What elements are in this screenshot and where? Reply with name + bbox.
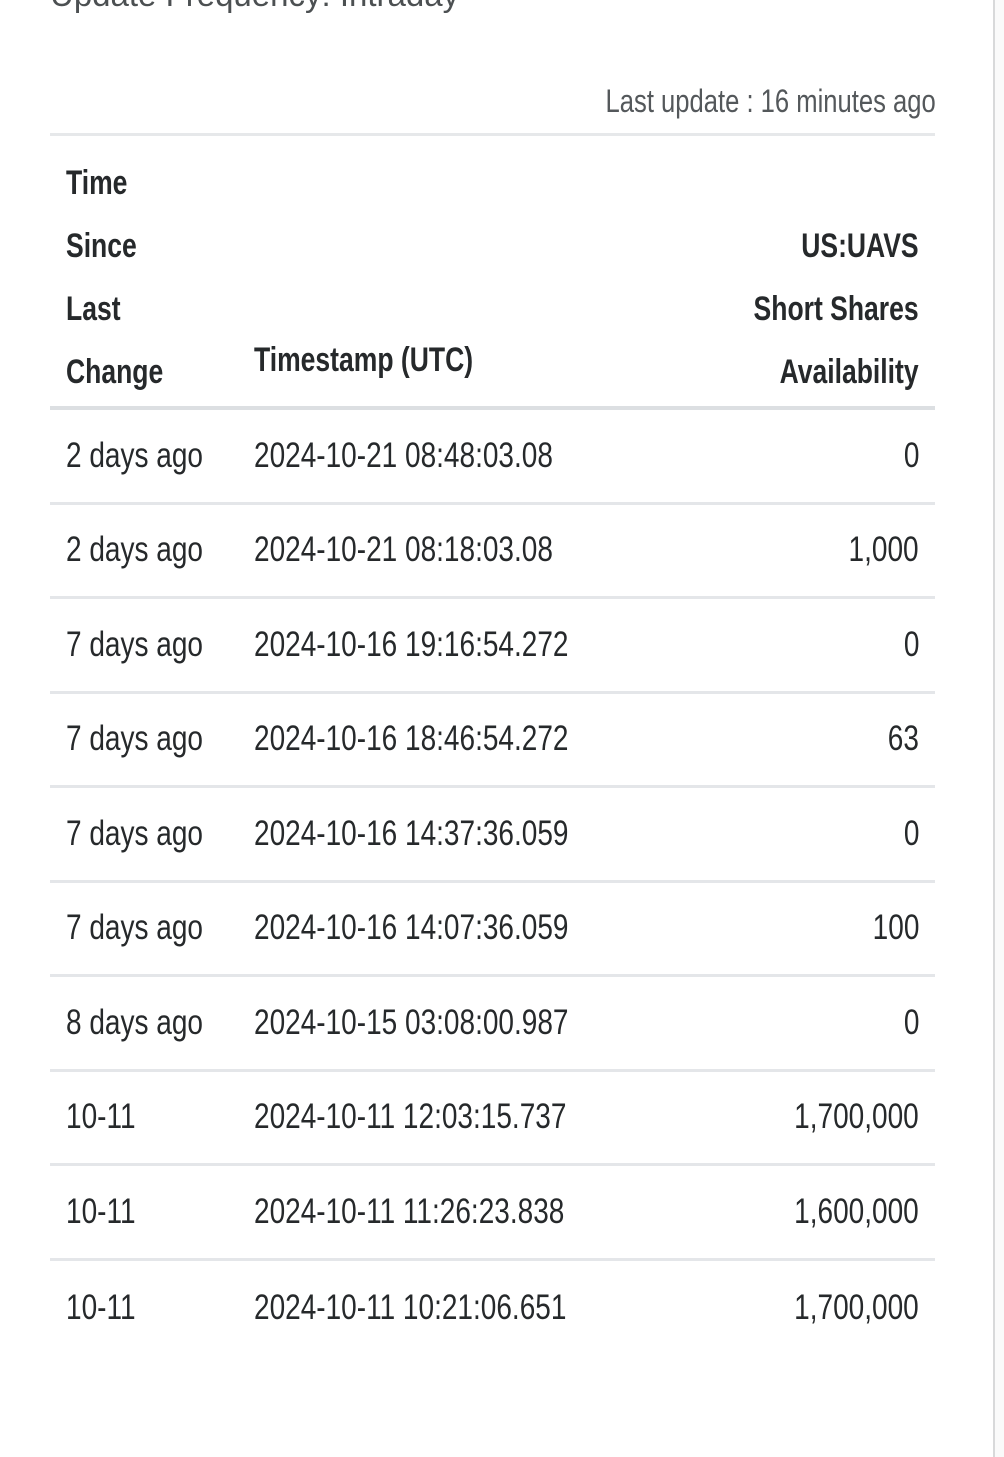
cell-short-shares-availability: 0: [903, 624, 919, 664]
cell-time-since-last-change: 7 days ago: [66, 624, 203, 664]
cell-time-since-last-change: 7 days ago: [66, 908, 203, 948]
short-shares-availability-table: Time Since Last Change Timestamp (UTC) U…: [50, 136, 935, 1327]
last-update-label: Last update : 16 minutes ago: [605, 83, 936, 119]
table-row: 10-11 2024-10-11 12:03:15.737 1,700,000: [50, 1072, 935, 1166]
column-header-short-shares-availability: US:UAVS Short Shares Availability: [753, 227, 919, 391]
cell-timestamp: 2024-10-16 18:46:54.272: [254, 719, 569, 759]
table-row: 10-11 2024-10-11 11:26:23.838 1,600,000: [50, 1166, 935, 1261]
table-row: 7 days ago 2024-10-16 14:37:36.059 0: [50, 788, 935, 883]
cell-short-shares-availability: 0: [903, 435, 919, 475]
cell-timestamp: 2024-10-16 14:37:36.059: [254, 813, 569, 853]
cell-time-since-last-change: 10-11: [66, 1097, 136, 1137]
table-row: 7 days ago 2024-10-16 19:16:54.272 0: [50, 599, 935, 694]
cell-timestamp: 2024-10-15 03:08:00.987: [254, 1002, 569, 1042]
table-row: 7 days ago 2024-10-16 18:46:54.272 63: [50, 694, 935, 788]
cell-time-since-last-change: 10-11: [66, 1287, 136, 1327]
update-frequency-title: Update Frequency: Intraday: [50, 0, 459, 14]
cell-time-since-last-change: 7 days ago: [66, 813, 203, 853]
page-scrollbar-track[interactable]: [995, 0, 1004, 1457]
table-row: 2 days ago 2024-10-21 08:48:03.08 0: [50, 410, 935, 505]
column-header-timestamp: Timestamp (UTC): [254, 341, 474, 379]
cell-short-shares-availability: 1,700,000: [794, 1097, 919, 1137]
cell-short-shares-availability: 63: [887, 719, 919, 759]
cell-time-since-last-change: 2 days ago: [66, 530, 203, 570]
column-header-time-since-last-change: Time Since Last Change: [66, 164, 164, 391]
cell-short-shares-availability: 100: [872, 908, 919, 948]
cell-short-shares-availability: 0: [903, 813, 919, 853]
cell-time-since-last-change: 8 days ago: [66, 1002, 203, 1042]
cell-timestamp: 2024-10-11 11:26:23.838: [254, 1191, 565, 1231]
cell-time-since-last-change: 7 days ago: [66, 719, 203, 759]
table-row: 7 days ago 2024-10-16 14:07:36.059 100: [50, 883, 935, 977]
cell-timestamp: 2024-10-21 08:48:03.08: [254, 435, 553, 475]
cell-timestamp: 2024-10-16 14:07:36.059: [254, 908, 569, 948]
cell-time-since-last-change: 2 days ago: [66, 435, 203, 475]
short-shares-availability-page: Update Frequency: Intraday Last update :…: [0, 0, 1004, 1457]
cell-time-since-last-change: 10-11: [66, 1191, 136, 1231]
cell-short-shares-availability: 1,700,000: [794, 1287, 919, 1327]
table-row: 10-11 2024-10-11 10:21:06.651 1,700,000: [50, 1261, 935, 1356]
cell-timestamp: 2024-10-11 12:03:15.737: [254, 1097, 567, 1137]
cell-short-shares-availability: 0: [903, 1002, 919, 1042]
cell-short-shares-availability: 1,600,000: [794, 1191, 919, 1231]
cell-timestamp: 2024-10-16 19:16:54.272: [254, 624, 569, 664]
cell-timestamp: 2024-10-11 10:21:06.651: [254, 1287, 567, 1327]
table-row: 2 days ago 2024-10-21 08:18:03.08 1,000: [50, 505, 935, 599]
table-row: 8 days ago 2024-10-15 03:08:00.987 0: [50, 977, 935, 1072]
table-body: 2 days ago 2024-10-21 08:48:03.08 0 2 da…: [50, 410, 935, 1355]
table-header-row: Time Since Last Change Timestamp (UTC) U…: [50, 136, 935, 410]
cell-short-shares-availability: 1,000: [848, 530, 919, 570]
cell-timestamp: 2024-10-21 08:18:03.08: [254, 530, 553, 570]
